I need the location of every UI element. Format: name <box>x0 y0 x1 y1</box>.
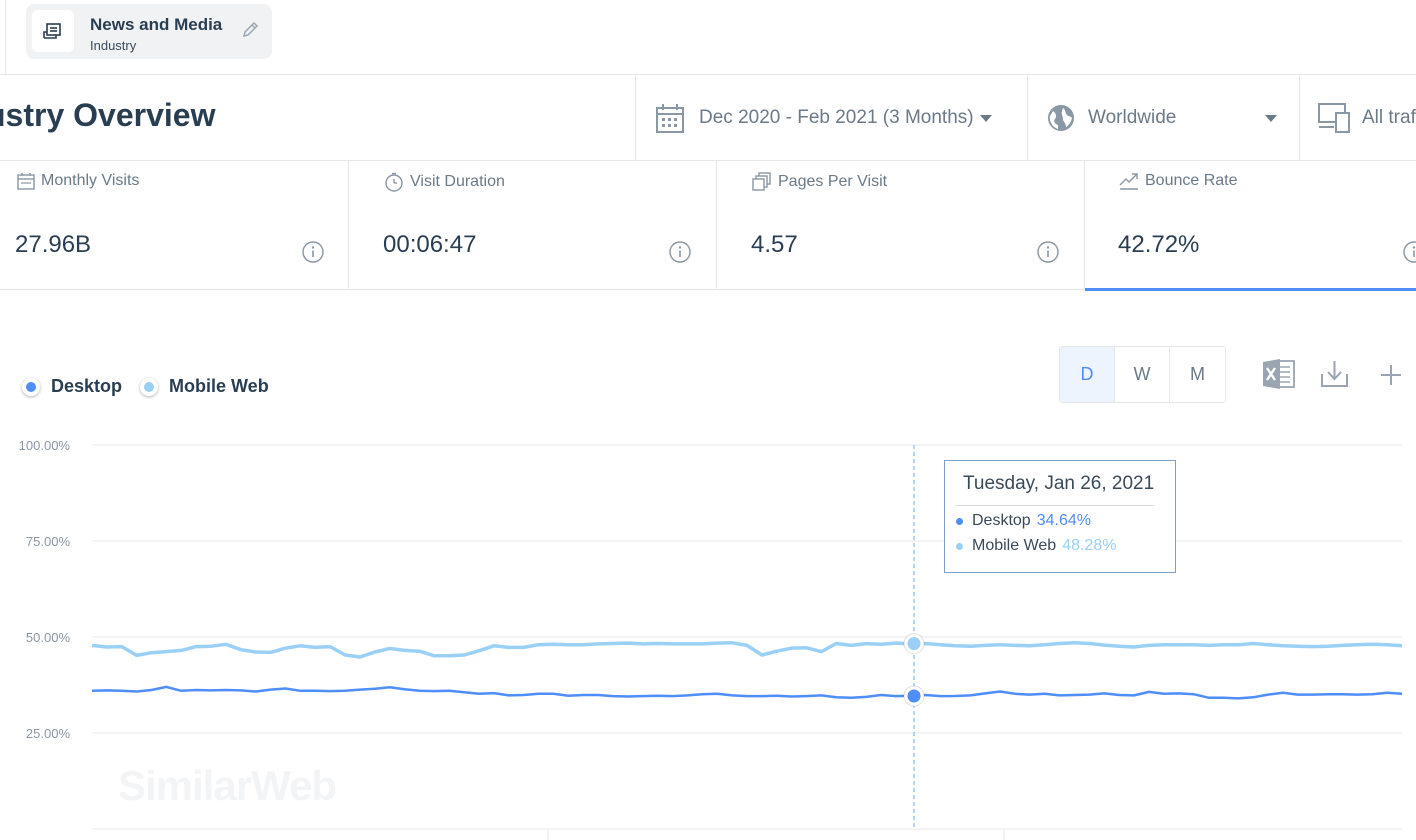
metric-value: 42.72% <box>1118 231 1200 258</box>
industry-chip[interactable]: News and Media Industry <box>26 4 272 59</box>
tooltip-date: Tuesday, Jan 26, 2021 <box>963 473 1155 494</box>
chart-legend: Desktop Mobile Web <box>22 376 287 397</box>
legend-label: Mobile Web <box>169 376 269 396</box>
metric-label-row: Bounce Rate <box>1119 172 1238 190</box>
metric-pages-per-visit[interactable]: Pages Per Visit 4.57 <box>717 161 1085 290</box>
metric-label-row: Visit Duration <box>384 172 505 192</box>
y-tick-label: 50.00% <box>26 630 71 645</box>
metric-label: Monthly Visits <box>41 172 140 189</box>
legend-mobile-web[interactable]: Mobile Web <box>140 376 269 397</box>
granularity-weekly-button[interactable]: W <box>1115 347 1170 402</box>
page-title: ustry Overview <box>0 97 216 133</box>
tooltip-row-desktop: Desktop 34.64% <box>956 512 1091 530</box>
granularity-switcher: D W M <box>1059 346 1226 403</box>
legend-marker <box>140 377 159 396</box>
industry-icon <box>32 10 74 52</box>
excel-icon[interactable] <box>1262 358 1296 390</box>
legend-label: Desktop <box>51 376 123 396</box>
metric-label: Pages Per Visit <box>778 173 888 190</box>
tooltip-row-mobile: Mobile Web 48.28% <box>956 537 1116 555</box>
granularity-daily-button[interactable]: D <box>1060 347 1115 402</box>
tooltip-series-value: 34.64% <box>1036 512 1091 529</box>
date-range-text: Dec 2020 - Feb 2021 (3 Months) <box>699 107 974 128</box>
metric-value: 4.57 <box>751 231 798 258</box>
legend-marker <box>22 377 40 396</box>
chevron-down-icon <box>979 114 992 122</box>
y-tick-label: 75.00% <box>26 534 71 549</box>
chart-tooltip: Tuesday, Jan 26, 2021 Desktop 34.64% Mob… <box>944 460 1176 573</box>
granularity-monthly-button[interactable]: M <box>1170 347 1225 402</box>
mobile-web-series-line <box>91 641 1403 659</box>
info-icon[interactable] <box>1037 241 1059 263</box>
devices-icon <box>1318 103 1352 133</box>
calendar-icon <box>17 173 35 190</box>
tooltip-marker <box>956 517 963 525</box>
metric-label-row: Monthly Visits <box>17 172 139 190</box>
metric-value: 27.96B <box>15 231 92 258</box>
metrics-row: Monthly Visits 27.96B Visit Duration 00:… <box>0 161 1416 291</box>
tooltip-series-value: 48.28% <box>1062 537 1117 554</box>
industry-name: News and Media <box>90 15 223 34</box>
y-tick-label: 25.00% <box>26 726 71 741</box>
metric-label: Visit Duration <box>410 173 505 190</box>
info-icon[interactable] <box>1403 241 1416 263</box>
country-text: Worldwide <box>1088 107 1177 128</box>
info-icon[interactable] <box>669 241 691 263</box>
pencil-icon[interactable] <box>240 20 260 45</box>
chevron-down-icon <box>1265 114 1277 122</box>
plus-icon[interactable] <box>1378 358 1404 390</box>
legend-desktop[interactable]: Desktop <box>22 376 122 397</box>
y-tick-label: 100.00% <box>19 438 71 453</box>
page-header: ustry Overview Dec 2020 - Feb 2021 (3 Mo… <box>0 75 1416 161</box>
metric-bounce-rate[interactable]: Bounce Rate 42.72% <box>1085 161 1416 291</box>
metric-label: Bounce Rate <box>1145 172 1238 189</box>
pages-icon <box>752 172 771 191</box>
desktop-series-line <box>91 685 1403 700</box>
metric-visit-duration[interactable]: Visit Duration 00:06:47 <box>349 161 717 290</box>
tooltip-series-label: Mobile Web <box>972 537 1057 554</box>
download-icon[interactable] <box>1320 358 1350 390</box>
hover-point-mobile-web <box>907 637 921 651</box>
metric-value: 00:06:47 <box>383 231 477 258</box>
top-bar: News and Media Industry <box>0 0 1416 75</box>
traffic-picker[interactable]: All traf <box>1299 75 1416 161</box>
tooltip-series-label: Desktop <box>972 512 1031 529</box>
divider <box>5 0 6 75</box>
traffic-text: All traf <box>1362 107 1416 128</box>
stopwatch-icon <box>385 172 403 192</box>
industry-type: Industry <box>90 38 137 53</box>
calendar-icon <box>656 103 684 133</box>
bounce-rate-chart[interactable]: 100.00% 75.00% 50.00% 25.00% <box>0 430 1416 840</box>
metric-monthly-visits[interactable]: Monthly Visits 27.96B <box>0 161 349 290</box>
hover-point-desktop <box>907 689 921 703</box>
bounce-icon <box>1119 173 1138 190</box>
divider <box>956 505 1154 506</box>
metric-label-row: Pages Per Visit <box>752 172 887 192</box>
date-range-picker[interactable]: Dec 2020 - Feb 2021 (3 Months) <box>635 75 1027 161</box>
tooltip-marker <box>956 542 963 550</box>
globe-icon <box>1047 104 1075 132</box>
info-icon[interactable] <box>302 241 324 263</box>
country-picker[interactable]: Worldwide <box>1027 75 1299 161</box>
